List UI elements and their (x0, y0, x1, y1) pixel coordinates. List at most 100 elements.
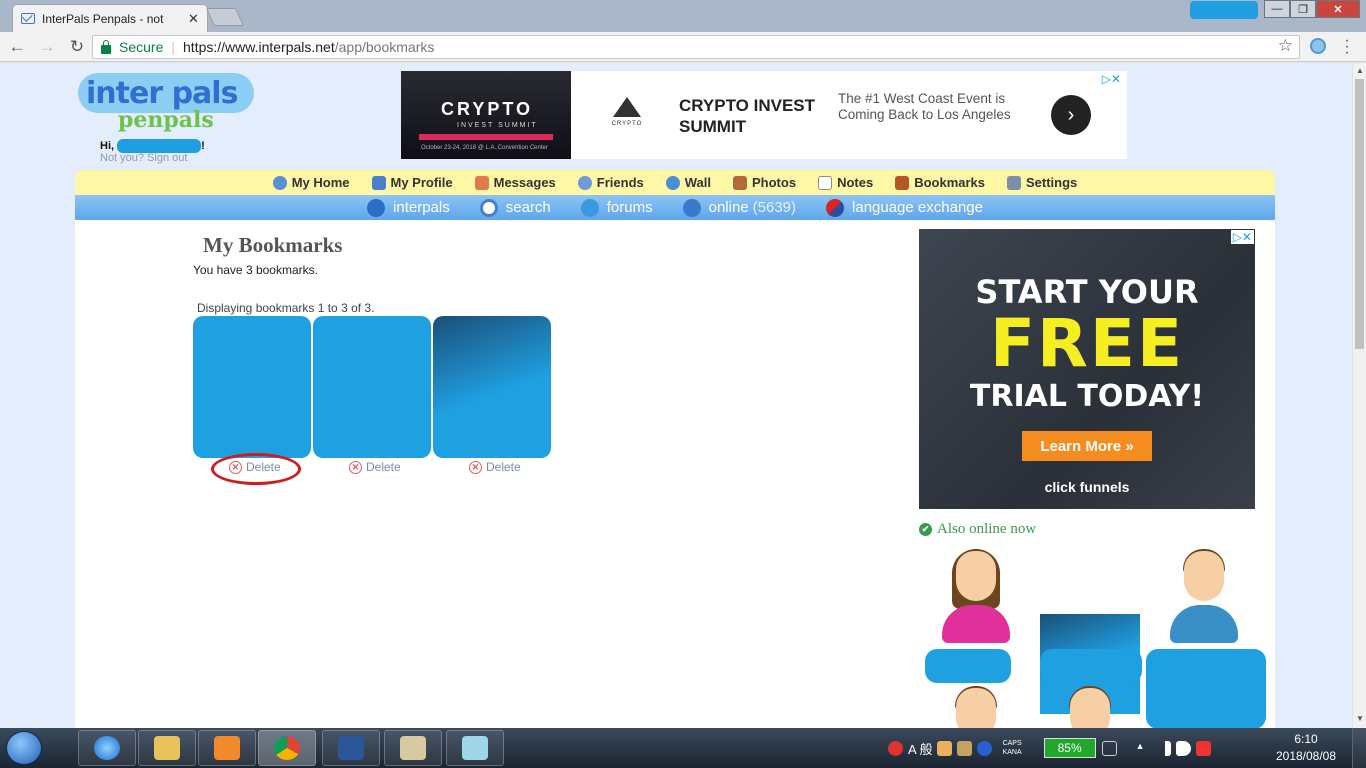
scroll-down-icon[interactable]: ▼ (1356, 714, 1364, 723)
browser-tab[interactable]: InterPals Penpals - not ✕ (12, 4, 208, 32)
battery-meter[interactable]: 85% (1043, 738, 1096, 758)
antivirus-icon[interactable] (888, 740, 903, 756)
bookmark-star-icon[interactable]: ☆ (1278, 36, 1293, 56)
system-clock[interactable]: 6:10 2018/08/08 (1268, 731, 1344, 765)
extension-icon[interactable] (1310, 38, 1326, 54)
page-scrollbar[interactable]: ▲ ▼ (1352, 63, 1366, 728)
nav-language-exchange[interactable]: language exchange (826, 198, 983, 217)
taskbar-word[interactable] (322, 730, 380, 766)
redacted-username[interactable] (1040, 649, 1142, 683)
close-tab-icon[interactable]: ✕ (188, 11, 199, 27)
address-bar[interactable]: Secure | https://www.interpals.net/app/b… (92, 35, 1300, 59)
taskbar-media-player[interactable] (198, 730, 256, 766)
learn-more-button[interactable]: Learn More » (1022, 431, 1152, 461)
url-path: /app/bookmarks (334, 39, 435, 55)
delete-button[interactable]: ✕ Delete (469, 460, 521, 474)
interpals-logo[interactable]: inter pals penpals (78, 73, 254, 133)
nav-my-profile[interactable]: My Profile (371, 175, 453, 190)
show-desktop-button[interactable] (1352, 728, 1366, 768)
nav-photos[interactable]: Photos (733, 175, 796, 190)
online-user-avatar[interactable] (926, 686, 1026, 728)
body (942, 605, 1010, 643)
logo-bottom-text: penpals (118, 107, 214, 133)
flags-icon (826, 198, 845, 217)
minimize-button[interactable]: — (1264, 0, 1290, 18)
photo-icon (733, 175, 747, 190)
bookmark-photo-redacted[interactable] (193, 316, 311, 458)
signout-link[interactable]: Not you? Sign out (100, 152, 187, 164)
ad-headline[interactable]: CRYPTO INVEST SUMMIT (679, 95, 829, 137)
user-greeting: Hi, ! (100, 139, 205, 153)
volume-icon[interactable] (1175, 740, 1191, 756)
scroll-thumb[interactable] (1355, 79, 1364, 349)
ad-image-date: October 23-24, 2018 @ L.A. Convention Ce… (421, 145, 548, 151)
windows-taskbar: A 般 CAPS KANA 85% ▲ 6:10 2018/08/08 (0, 728, 1366, 768)
profile-badge[interactable] (1190, 1, 1258, 19)
taskbar-app[interactable] (446, 730, 504, 766)
nav2-label: language exchange (852, 199, 983, 216)
taskbar-chrome[interactable] (258, 730, 316, 766)
nav-search[interactable]: search (479, 198, 551, 217)
delete-icon: ✕ (349, 460, 362, 474)
nav-online[interactable]: online (5639) (682, 198, 796, 217)
online-user-avatar[interactable] (1040, 686, 1140, 728)
nav-bookmarks[interactable]: Bookmarks (895, 175, 985, 190)
lock-icon (101, 39, 111, 54)
redacted-username[interactable] (1146, 649, 1266, 728)
power-plug-icon[interactable] (1101, 740, 1117, 756)
bookmark-icon (895, 175, 910, 190)
head (956, 551, 996, 601)
action-center-flag-icon[interactable] (1195, 740, 1211, 756)
help-icon[interactable] (976, 740, 992, 756)
clock-time: 6:10 (1294, 732, 1318, 746)
nav-settings[interactable]: Settings (1007, 175, 1077, 190)
ad-logo-text: CRYPTO (611, 121, 643, 127)
greeting-suffix: ! (201, 139, 205, 152)
adchoices-icon[interactable]: ▷✕ (1102, 72, 1121, 86)
online-user-avatar[interactable] (1154, 549, 1254, 649)
redacted-username[interactable] (925, 649, 1011, 683)
nav-my-home[interactable]: My Home (272, 175, 350, 190)
network-signal-icon[interactable] (1155, 740, 1171, 756)
adchoices-icon[interactable]: ▷✕ (1230, 230, 1254, 244)
new-tab-button[interactable] (205, 8, 245, 26)
ad-next-button[interactable]: › (1051, 95, 1091, 135)
friends-icon (577, 175, 592, 190)
start-button[interactable] (6, 731, 42, 765)
also-online-heading: ✔ Also online now (919, 521, 1036, 538)
forward-icon[interactable]: → (34, 34, 60, 60)
nav-friends[interactable]: Friends (577, 175, 644, 190)
nav-messages[interactable]: Messages (474, 175, 556, 190)
tab-title: InterPals Penpals - not (42, 11, 164, 26)
online-user-avatar[interactable] (926, 549, 1026, 649)
system-tray: A 般 CAPS KANA 85% ▲ (888, 728, 1216, 768)
browser-toolbar: ← → ↻ Secure | https://www.interpals.net… (0, 32, 1366, 62)
top-banner-ad[interactable]: CRYPTO INVEST SUMMIT October 23-24, 2018… (401, 71, 1127, 159)
tray-tool-icon[interactable] (936, 740, 952, 756)
nav-label: Bookmarks (914, 175, 985, 190)
nav-forums[interactable]: forums (580, 198, 653, 217)
taskbar-ie[interactable] (78, 730, 136, 766)
bookmark-card: ✕ Delete (433, 316, 551, 476)
back-icon[interactable]: ← (4, 34, 30, 60)
nav-interpals[interactable]: interpals (367, 198, 450, 217)
reload-icon[interactable]: ↻ (64, 34, 90, 60)
ime-indicator[interactable]: A 般 (908, 739, 933, 758)
scroll-up-icon[interactable]: ▲ (1356, 66, 1364, 75)
maximize-button[interactable]: ❐ (1290, 0, 1316, 18)
bookmark-photo-redacted[interactable] (433, 316, 551, 458)
caps-label: CAPS (1002, 740, 1022, 747)
annotation-red-circle (211, 453, 301, 485)
taskbar-explorer[interactable] (138, 730, 196, 766)
window-close-button[interactable]: ✕ (1316, 0, 1360, 18)
bookmark-photo-redacted[interactable] (313, 316, 431, 458)
delete-button[interactable]: ✕ Delete (349, 460, 401, 474)
tray-box-icon[interactable] (956, 740, 972, 756)
nav-wall[interactable]: Wall (665, 175, 711, 190)
taskbar-paint[interactable] (384, 730, 442, 766)
nav-notes[interactable]: Notes (818, 175, 873, 190)
show-hidden-icons[interactable]: ▲ (1136, 741, 1151, 756)
browser-menu-icon[interactable]: · · · (1342, 33, 1352, 61)
ad-image-title: CRYPTO (441, 99, 534, 119)
sidebar-ad[interactable]: START YOUR FREE TRIAL TODAY! Learn More … (919, 229, 1255, 509)
